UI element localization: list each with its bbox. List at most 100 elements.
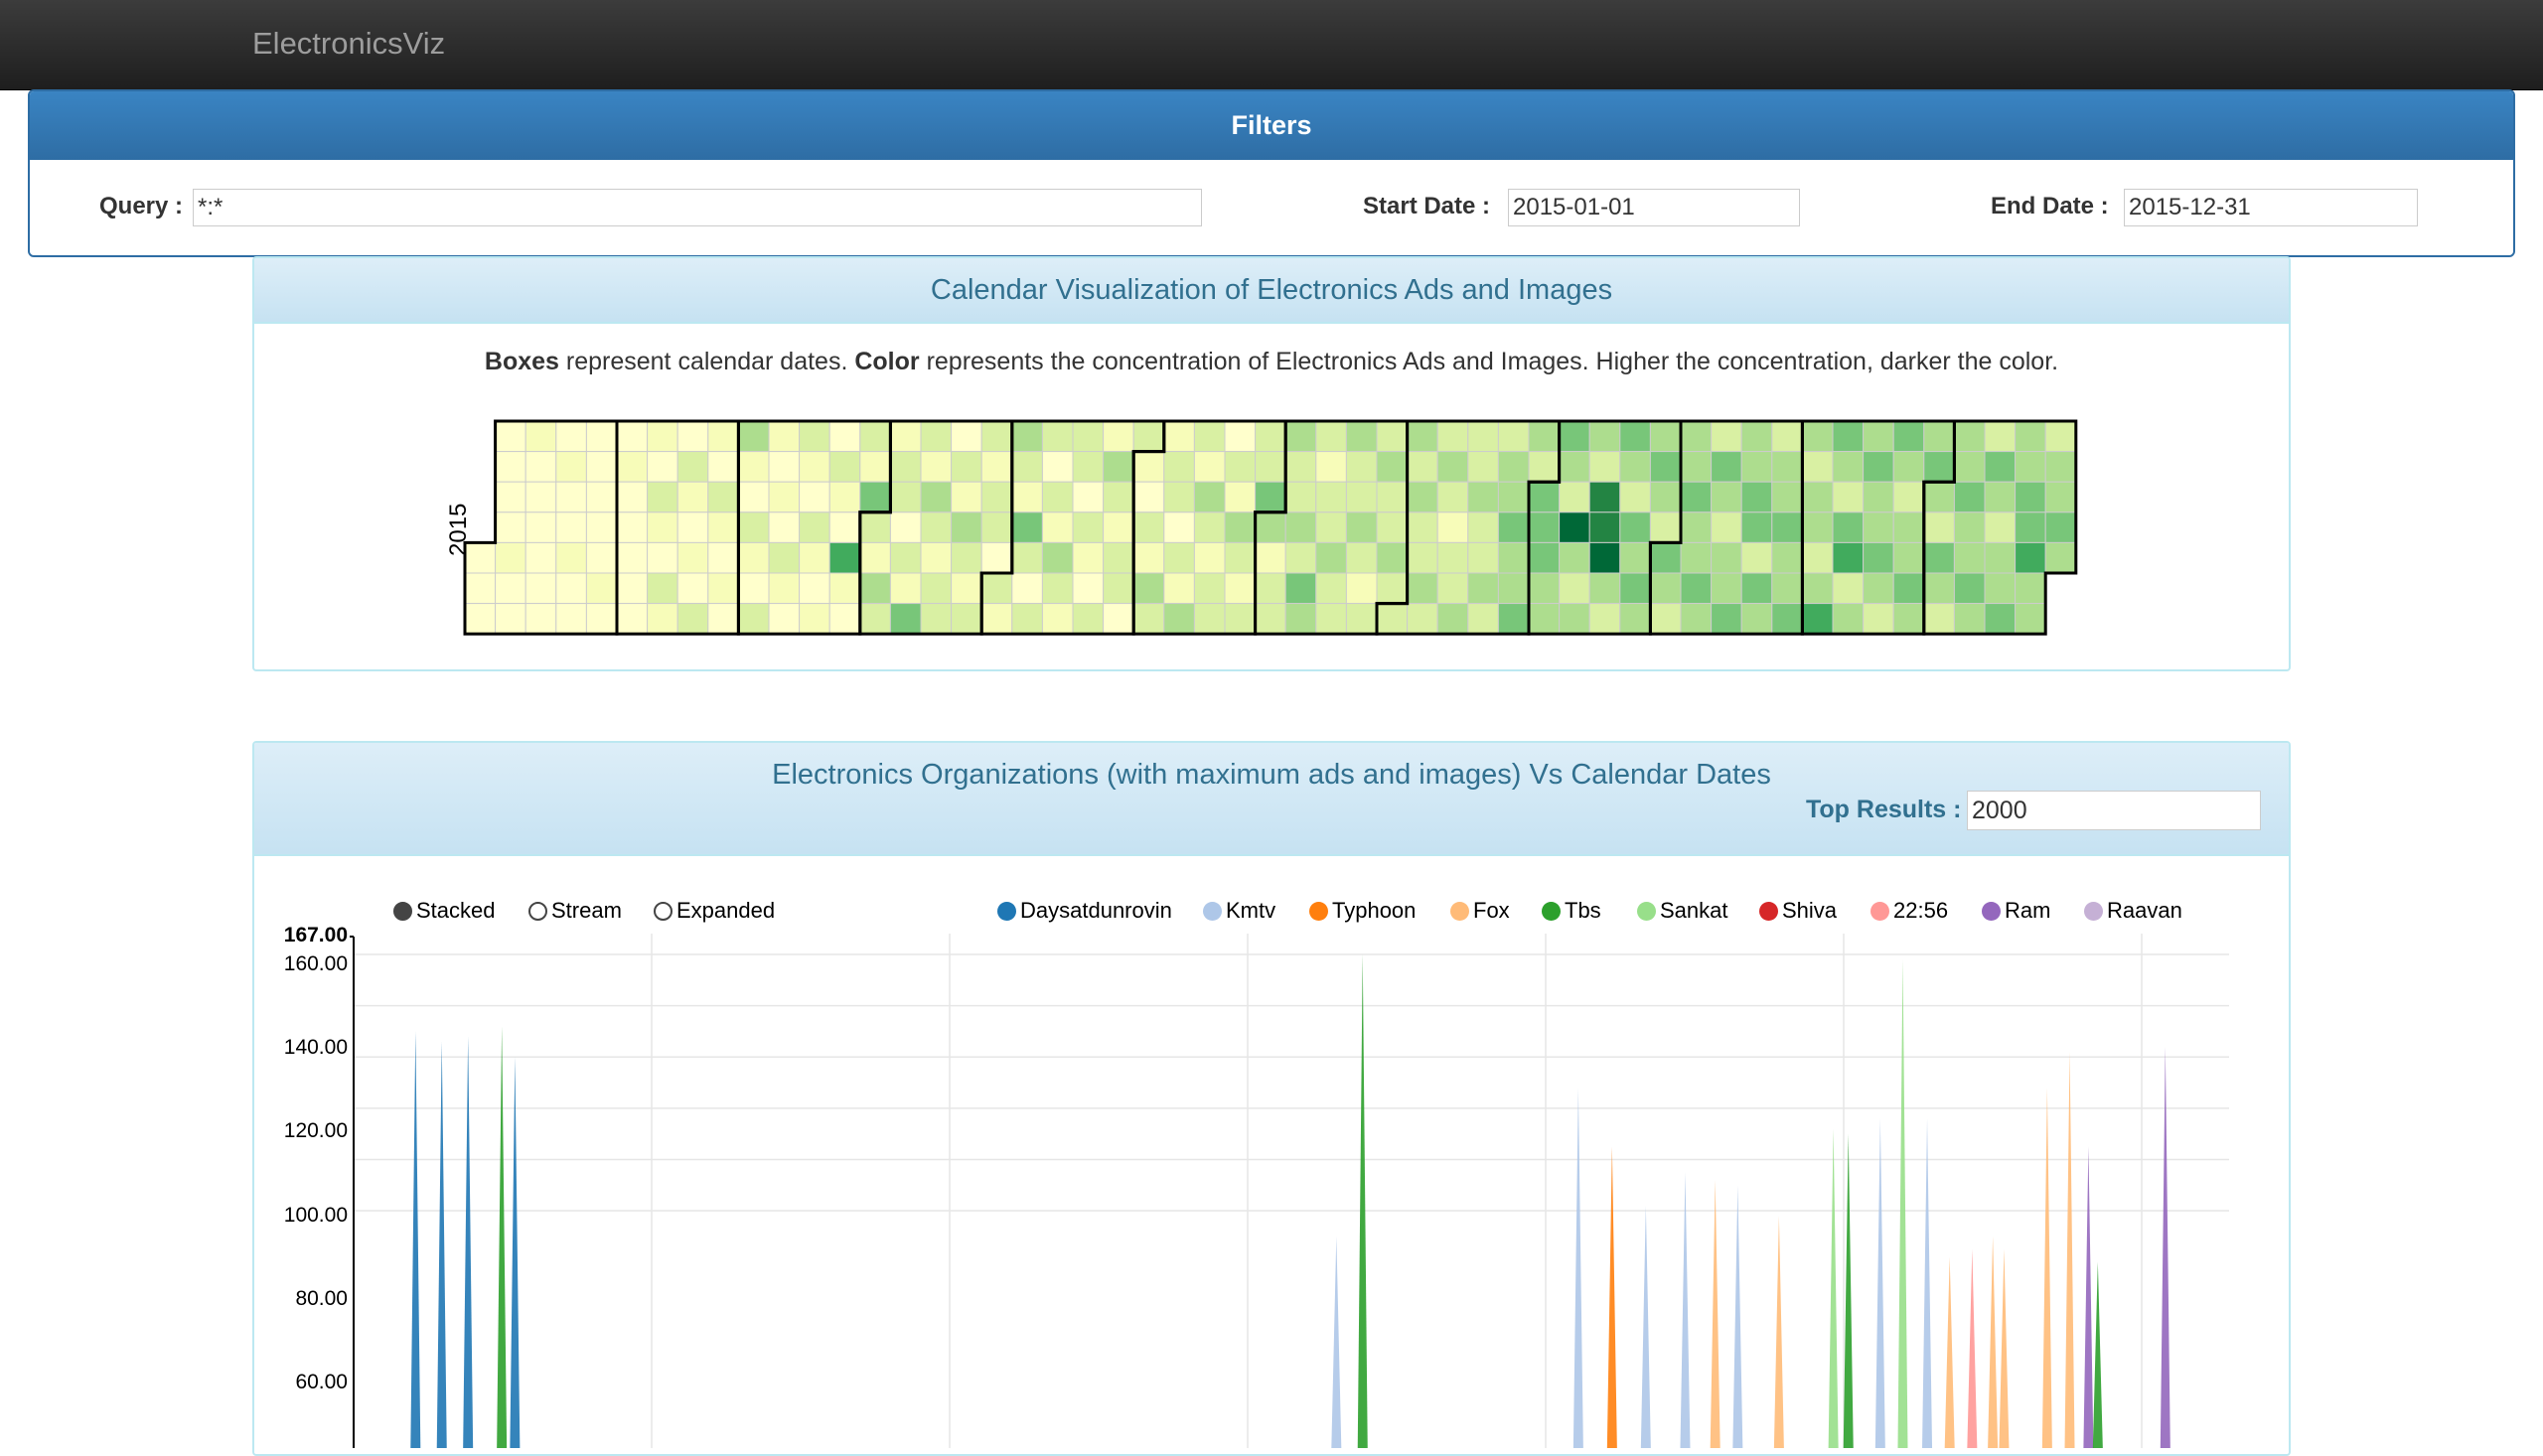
calendar-day-cell[interactable] [1376,541,1409,574]
calendar-day-cell[interactable] [1376,572,1409,605]
calendar-day-cell[interactable] [1588,603,1621,635]
calendar-day-cell[interactable] [920,481,953,513]
calendar-day-cell[interactable] [1711,451,1742,483]
calendar-day-cell[interactable] [1619,603,1651,635]
calendar-day-cell[interactable] [647,481,678,513]
area-spike[interactable] [410,1031,421,1448]
calendar-day-cell[interactable] [1041,603,1074,635]
calendar-day-cell[interactable] [1528,451,1561,483]
calendar-day-cell[interactable] [707,451,739,483]
calendar-day-cell[interactable] [1711,420,1742,453]
calendar-day-cell[interactable] [1255,541,1286,574]
calendar-day-cell[interactable] [859,451,891,483]
area-spike[interactable] [2041,1088,2052,1448]
calendar-day-cell[interactable] [2015,572,2046,605]
calendar-day-cell[interactable] [1923,420,1955,453]
calendar-day-cell[interactable] [555,481,587,513]
calendar-day-cell[interactable] [1284,572,1317,605]
calendar-day-cell[interactable] [951,481,982,513]
calendar-day-cell[interactable] [768,481,801,513]
calendar-day-cell[interactable] [980,572,1013,605]
calendar-day-cell[interactable] [1315,603,1347,635]
calendar-day-cell[interactable] [1436,603,1469,635]
calendar-day-cell[interactable] [920,603,953,635]
calendar-day-cell[interactable] [1315,481,1347,513]
calendar-day-cell[interactable] [1832,420,1865,453]
legend-item[interactable]: Shiva [1759,898,1837,924]
calendar-day-cell[interactable] [1619,541,1651,574]
calendar-day-cell[interactable] [676,603,709,635]
area-spike[interactable] [1773,1216,1784,1448]
calendar-day-cell[interactable] [585,603,618,635]
calendar-day-cell[interactable] [1284,541,1317,574]
area-spike[interactable] [1331,1236,1342,1448]
calendar-day-cell[interactable] [1497,420,1530,453]
calendar-day-cell[interactable] [1163,420,1195,453]
control-stacked[interactable]: Stacked [393,898,496,924]
calendar-day-cell[interactable] [616,603,649,635]
calendar-day-cell[interactable] [1132,541,1165,574]
area-spike[interactable] [1967,1248,1978,1448]
calendar-day-cell[interactable] [1072,511,1105,543]
calendar-day-cell[interactable] [495,420,526,453]
radio-expanded-icon[interactable] [654,901,673,921]
calendar-day-cell[interactable] [2044,451,2077,483]
calendar-day-cell[interactable] [1132,572,1165,605]
calendar-day-cell[interactable] [1345,541,1378,574]
calendar-day-cell[interactable] [1649,511,1682,543]
calendar-day-cell[interactable] [1649,603,1682,635]
calendar-day-cell[interactable] [920,420,953,453]
calendar-day-cell[interactable] [1863,511,1894,543]
calendar-day-cell[interactable] [1011,511,1043,543]
calendar-day-cell[interactable] [2044,420,2077,453]
calendar-day-cell[interactable] [676,541,709,574]
calendar-day-cell[interactable] [859,511,891,543]
calendar-day-cell[interactable] [1315,420,1347,453]
calendar-day-cell[interactable] [768,511,801,543]
calendar-day-cell[interactable] [1923,481,1955,513]
calendar-day-cell[interactable] [495,572,526,605]
calendar-day-cell[interactable] [1163,603,1195,635]
legend-item[interactable]: Daysatdunrovin [997,898,1172,924]
calendar-day-cell[interactable] [737,511,770,543]
calendar-day-cell[interactable] [1284,420,1317,453]
calendar-day-cell[interactable] [1923,451,1955,483]
calendar-day-cell[interactable] [1224,603,1257,635]
calendar-day-cell[interactable] [1528,541,1561,574]
calendar-day-cell[interactable] [1497,481,1530,513]
area-spike[interactable] [436,1041,447,1448]
calendar-day-cell[interactable] [1041,451,1074,483]
calendar-day-cell[interactable] [828,511,861,543]
calendar-day-cell[interactable] [1711,541,1742,574]
calendar-day-cell[interactable] [1953,603,1986,635]
calendar-day-cell[interactable] [464,572,497,605]
calendar-day-cell[interactable] [647,420,678,453]
legend-item[interactable]: Typhoon [1309,898,1416,924]
calendar-day-cell[interactable] [2015,541,2046,574]
calendar-day-cell[interactable] [1436,541,1469,574]
calendar-day-cell[interactable] [768,451,801,483]
calendar-day-cell[interactable] [768,541,801,574]
calendar-day-cell[interactable] [1771,481,1803,513]
calendar-day-cell[interactable] [1832,572,1865,605]
calendar-day-cell[interactable] [1953,420,1986,453]
calendar-day-cell[interactable] [1892,481,1925,513]
calendar-day-cell[interactable] [768,420,801,453]
calendar-day-cell[interactable] [1436,481,1469,513]
calendar-day-cell[interactable] [1132,481,1165,513]
calendar-day-cell[interactable] [1953,511,1986,543]
calendar-day-cell[interactable] [1103,451,1134,483]
calendar-day-cell[interactable] [524,603,557,635]
calendar-day-cell[interactable] [585,511,618,543]
area-spike[interactable] [1680,1172,1691,1448]
calendar-day-cell[interactable] [1649,572,1682,605]
calendar-day-cell[interactable] [495,541,526,574]
calendar-day-cell[interactable] [495,451,526,483]
calendar-day-cell[interactable] [1193,541,1226,574]
calendar-day-cell[interactable] [951,572,982,605]
calendar-day-cell[interactable] [585,572,618,605]
calendar-day-cell[interactable] [1497,603,1530,635]
calendar-day-cell[interactable] [1255,603,1286,635]
calendar-day-cell[interactable] [1011,420,1043,453]
calendar-day-cell[interactable] [1407,572,1438,605]
